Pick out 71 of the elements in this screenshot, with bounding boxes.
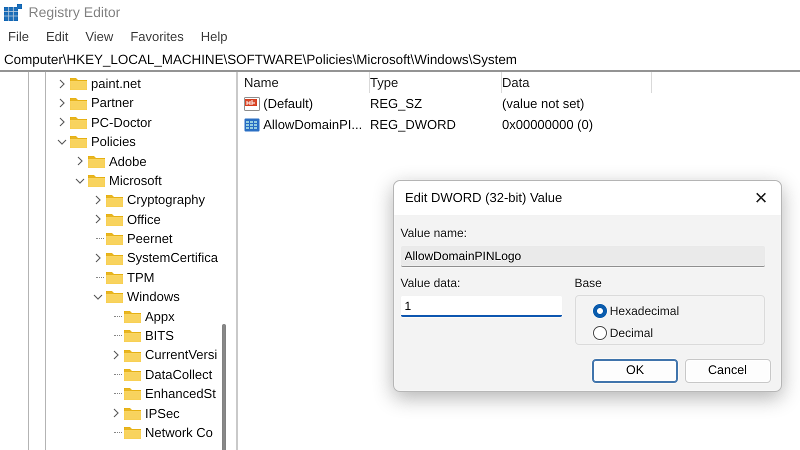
folder-icon [124,368,141,382]
value-type: REG_SZ [370,96,422,111]
scrollbar[interactable] [222,324,226,450]
folder-icon [124,387,141,400]
folder-icon [106,271,123,284]
menu-item[interactable]: Edit [44,27,70,47]
tree-item[interactable]: Office [127,210,161,230]
folder-icon [124,426,141,440]
tree-item[interactable]: EnhancedSt [145,384,216,404]
folder-icon [124,329,141,342]
tree-item[interactable]: CurrentVersi [145,345,218,365]
tree-item[interactable]: Network Co [145,422,213,442]
field-label: Value data: [400,276,460,290]
value-data-field[interactable]: 1 [400,296,562,317]
folder-icon [124,310,141,323]
value-name-field[interactable]: AllowDomainPINLogo [400,246,764,267]
menu-item[interactable]: File [6,27,31,47]
tree-item[interactable]: Peernet [127,229,173,249]
window-title: Registry Editor [28,2,120,22]
tree-item[interactable]: PC-Doctor [91,112,152,132]
folder-icon [106,290,123,304]
tree-item[interactable]: DataCollect [145,364,212,384]
tree-item[interactable]: SystemCertifica [127,248,218,268]
value-name[interactable]: (Default) [263,94,314,114]
radio-button[interactable] [592,326,606,340]
binary-value-icon [244,118,260,132]
folder-icon [70,77,87,90]
address-bar[interactable]: Computer\HKEY_LOCAL_MACHINE\SOFTWARE\Policies\Microsoft\Windows\System [4,50,517,70]
dialog-title: Edit DWORD (32-bit) Value [405,189,562,208]
value-name[interactable]: AllowDomainPI... [263,114,362,134]
tree-item[interactable]: Cryptography [127,190,206,210]
folder-icon [70,116,87,129]
close-button[interactable]: × [741,181,781,215]
folder-icon [88,154,105,168]
radio-label[interactable]: Decimal [610,324,654,342]
value-type: REG_DWORD [370,116,456,132]
registry-icon [4,4,22,20]
tree-item[interactable]: paint.net [91,74,141,94]
tree-item[interactable]: Appx [145,306,175,326]
value-data: (value not set) [502,96,584,111]
tree-item[interactable]: Adobe [109,152,147,172]
menu-item[interactable]: View [83,27,116,47]
tree-item[interactable]: TPM [127,268,154,288]
field-label: Value name: [400,226,467,240]
tree-item[interactable]: Microsoft [109,170,162,190]
group-label: Base [574,276,602,290]
menu-item[interactable]: Help [198,27,230,47]
column-header[interactable]: Type [370,72,502,93]
value-data: 0x00000000 (0) [502,116,594,132]
column-header[interactable]: Data [502,72,652,93]
folder-icon [106,232,123,246]
tree-item[interactable]: IPSec [145,404,180,424]
folder-icon [106,194,123,207]
tree-item[interactable]: BITS [145,326,174,346]
folder-icon [124,406,141,420]
cancel-button[interactable]: Cancel [684,358,770,383]
folder-icon [70,96,87,110]
radio-label[interactable]: Hexadecimal [610,302,680,320]
tree-item[interactable]: Policies [91,132,136,152]
radio-button[interactable] [592,304,606,318]
ok-button[interactable]: OK [592,358,678,383]
column-header[interactable]: Name [244,72,370,93]
folder-icon [88,174,105,188]
menu-item[interactable]: Favorites [128,27,186,47]
folder-icon [70,135,87,148]
tree-item[interactable]: Windows [127,287,180,307]
string-value-icon [244,96,260,110]
folder-icon [124,348,141,362]
folder-icon [106,212,123,226]
tree-item[interactable]: Partner [91,93,134,113]
folder-icon [106,252,123,265]
